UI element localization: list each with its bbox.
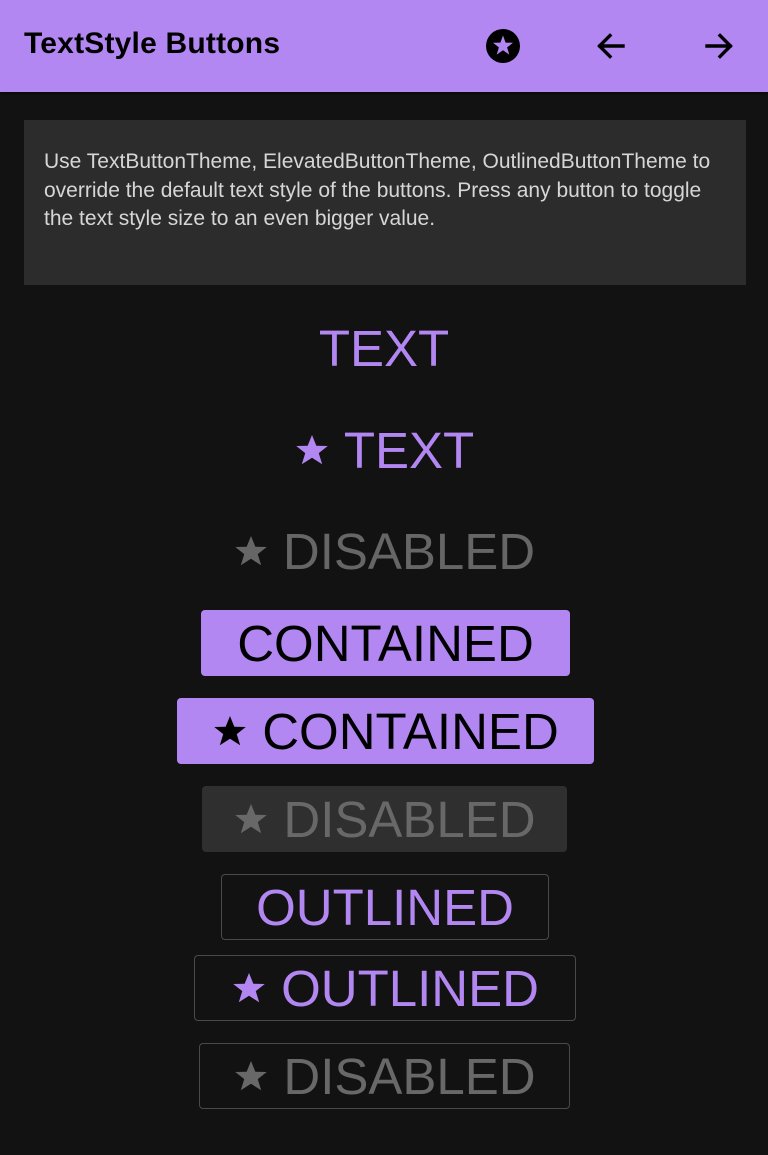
app-bar: TextStyle Buttons: [0, 0, 768, 92]
app-bar-title: TextStyle Buttons: [24, 27, 281, 60]
outlined-button-label: OUTLINED: [256, 878, 514, 936]
outlined-icon-button-label: OUTLINED: [281, 959, 539, 1017]
text-icon-button[interactable]: TEXT: [270, 416, 498, 484]
star-circle-icon: [486, 29, 520, 63]
text-button[interactable]: TEXT: [284, 314, 484, 382]
back-button[interactable]: [587, 22, 635, 70]
contained-button[interactable]: CONTAINED: [201, 610, 570, 676]
arrow-forward-icon: [705, 33, 733, 59]
description-card: Use TextButtonTheme, ElevatedButtonTheme…: [24, 120, 746, 285]
outlined-disabled-button-label: DISABLED: [283, 1047, 536, 1105]
star-action-button[interactable]: [479, 22, 527, 70]
text-icon-button-label: TEXT: [343, 421, 475, 479]
star-icon: [233, 1058, 269, 1094]
contained-icon-button[interactable]: CONTAINED: [177, 698, 594, 764]
description-text: Use TextButtonTheme, ElevatedButtonTheme…: [44, 150, 711, 230]
text-button-label: TEXT: [318, 319, 450, 377]
outlined-disabled-button: DISABLED: [199, 1043, 570, 1109]
contained-disabled-button-label: DISABLED: [283, 790, 536, 848]
contained-icon-button-label: CONTAINED: [262, 702, 559, 760]
star-icon: [233, 533, 269, 569]
star-icon: [294, 432, 330, 468]
outlined-icon-button[interactable]: OUTLINED: [194, 955, 576, 1021]
star-icon: [212, 713, 248, 749]
contained-disabled-button: DISABLED: [202, 786, 567, 852]
text-disabled-button: DISABLED: [210, 517, 558, 585]
contained-button-label: CONTAINED: [237, 614, 534, 672]
text-disabled-button-label: DISABLED: [282, 522, 536, 580]
star-icon: [231, 970, 267, 1006]
outlined-button[interactable]: OUTLINED: [221, 874, 549, 940]
star-icon: [233, 801, 269, 837]
arrow-back-icon: [597, 33, 625, 59]
forward-button[interactable]: [695, 22, 743, 70]
